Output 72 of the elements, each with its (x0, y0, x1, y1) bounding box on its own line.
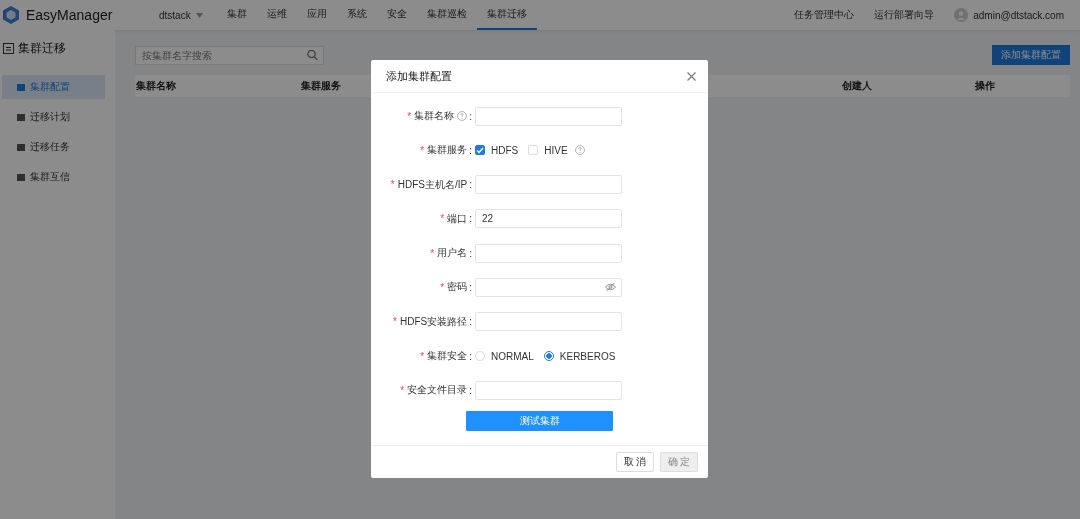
label-colon: : (469, 282, 472, 293)
add-button[interactable]: 添加集群配置 (992, 45, 1070, 65)
required-mark: * (407, 110, 412, 122)
caret-icon (195, 12, 203, 18)
column-header: 创建人 (842, 79, 872, 93)
nav-tab[interactable]: 系统 (336, 0, 377, 30)
option-label: NORMAL (491, 350, 534, 362)
field-label: 密码 (447, 280, 468, 295)
field-label: 集群名称 (414, 109, 455, 123)
field-label: 安全文件目录 (407, 383, 468, 398)
column-header: 集群服务 (301, 79, 341, 93)
cancel-button[interactable]: 取 消 (616, 452, 654, 472)
input-field[interactable] (475, 312, 622, 332)
dialog-title: 添加集群配置 (386, 68, 452, 84)
option-label: KERBEROS (559, 350, 616, 362)
input-field[interactable]: 22 (475, 209, 622, 229)
label-colon: : (469, 179, 472, 191)
sidebar-title: 集群迁移 (18, 40, 66, 57)
input-field[interactable] (475, 243, 622, 263)
nav-tab[interactable]: 安全 (376, 0, 417, 30)
label-colon: : (469, 110, 472, 122)
cube-logo-icon (1, 5, 21, 25)
label-colon: : (469, 316, 472, 328)
required-mark: * (400, 384, 405, 396)
column-header: 操作 (975, 79, 995, 93)
required-mark: * (390, 179, 395, 191)
label-colon: : (469, 213, 472, 225)
required-mark: * (430, 247, 435, 259)
field-label: 端口 (447, 211, 468, 226)
header-link[interactable]: 任务管理中心 (794, 8, 855, 22)
user-menu[interactable]: admin@dtstack.com (954, 8, 1064, 22)
required-mark: * (420, 144, 425, 156)
input-field[interactable] (475, 106, 622, 126)
required-mark: * (440, 282, 445, 293)
nav-tab[interactable]: 集群 (216, 0, 257, 30)
radio-button[interactable] (543, 351, 554, 362)
header-link[interactable]: 运行部署向导 (874, 8, 935, 22)
label-colon: : (469, 144, 472, 156)
search-icon[interactable] (307, 49, 318, 61)
label-colon: : (469, 247, 472, 259)
eye-hidden-icon[interactable] (605, 283, 616, 292)
app-name: EasyManager (26, 7, 113, 23)
label-colon: : (469, 350, 472, 362)
nav-tab[interactable]: 集群巡检 (416, 0, 477, 30)
label-colon: : (469, 384, 472, 396)
nav-tab[interactable]: 运维 (256, 0, 297, 30)
option-label: HDFS (491, 144, 519, 156)
checkbox[interactable] (475, 145, 485, 156)
field-label: HDFS主机名/IP (397, 177, 468, 192)
input-field[interactable] (475, 175, 622, 195)
panel-icon (3, 43, 14, 54)
field-label: 用户名 (437, 246, 468, 261)
field-label: HDFS安装路径 (400, 314, 468, 329)
password-field[interactable] (475, 278, 622, 297)
required-mark: * (393, 316, 397, 328)
input-field[interactable] (475, 380, 622, 400)
nav-tab[interactable]: 应用 (296, 0, 337, 30)
close-icon[interactable] (687, 71, 696, 81)
search-field[interactable]: 按集群名字搜索 (135, 45, 324, 65)
tenant-dropdown[interactable]: dtstack (159, 9, 203, 21)
column-header: 集群名称 (136, 79, 176, 93)
sidebar-item[interactable]: 迁移任务 (2, 135, 105, 159)
required-mark: * (440, 213, 445, 225)
nav-tab[interactable]: 集群迁移 (476, 0, 537, 30)
field-label: 集群服务 (427, 143, 468, 158)
test-cluster-button[interactable]: 测试集群 (466, 410, 613, 431)
avatar-icon (954, 8, 969, 22)
option-label: HIVE (544, 144, 568, 156)
sidebar-item[interactable]: 集群互信 (2, 165, 105, 189)
sidebar-item[interactable]: 迁移计划 (2, 105, 105, 129)
field-label: 集群安全 (427, 349, 468, 364)
required-mark: * (420, 350, 425, 362)
